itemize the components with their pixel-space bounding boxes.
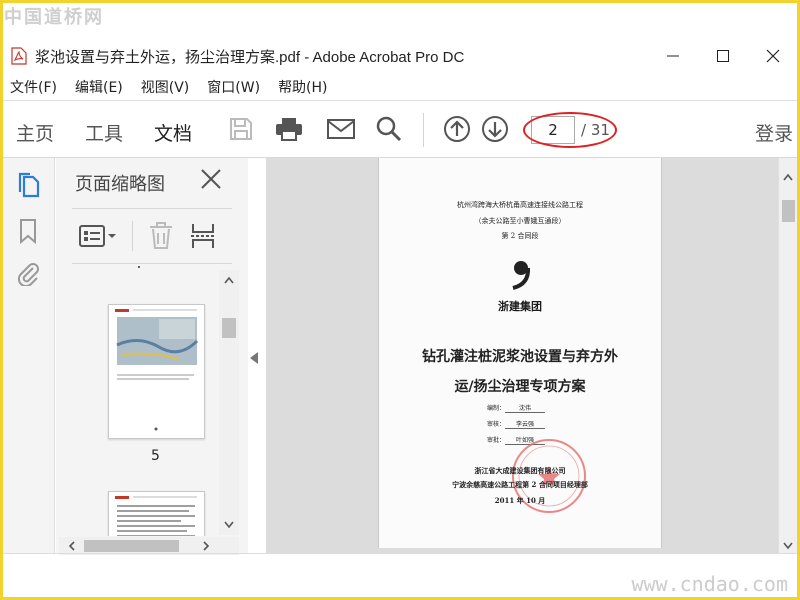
thumbnail-map-image	[115, 309, 199, 431]
menu-help[interactable]: 帮助(H)	[278, 77, 327, 97]
save-icon[interactable]	[225, 113, 257, 145]
title-bar: 浆池设置与弃土外运，扬尘治理方案.pdf - Adobe Acrobat Pro…	[3, 40, 797, 72]
previous-page-icon[interactable]	[441, 113, 473, 145]
login-link[interactable]: 登录	[755, 119, 793, 146]
thumbnail-page-5[interactable]	[108, 304, 205, 439]
print-icon[interactable]	[273, 113, 305, 145]
tab-tools[interactable]: 工具	[85, 119, 123, 146]
sig3-label: 审批：	[487, 437, 506, 444]
menu-view[interactable]: 视图(V)	[141, 77, 190, 97]
close-icon[interactable]	[200, 168, 224, 192]
maximize-button[interactable]	[698, 40, 748, 72]
toolbar: 主页 工具 文档 2 / 31 登录	[3, 100, 797, 161]
doc-title-line-2: 运/扬尘治理专项方案	[454, 379, 586, 395]
split-pages-icon[interactable]	[190, 222, 216, 250]
thumbnail-label-5: 5	[151, 448, 160, 464]
doc-header-3: 第 2 合同段	[501, 232, 539, 240]
thumbnail-page-6[interactable]	[108, 491, 205, 536]
highlight-ellipse	[523, 112, 617, 148]
search-icon[interactable]	[373, 113, 405, 145]
tab-home[interactable]: 主页	[16, 119, 54, 146]
sig1-label: 编制：	[487, 405, 506, 412]
doc-header-2: （余夫公路至小曹娥互通段）	[474, 217, 566, 225]
panel-title: 页面缩略图	[75, 174, 165, 195]
thumbnail-list: 4 5	[71, 266, 219, 536]
doc-org-2: 宁波余慈高速公路工程第 2 合同项目经理部	[452, 480, 588, 489]
watermark-bottom: www.cndao.com	[631, 572, 788, 596]
sig2-label: 审核：	[487, 421, 506, 428]
tab-document[interactable]: 文档	[154, 119, 193, 161]
email-icon[interactable]	[325, 113, 357, 145]
company-logo-icon	[512, 261, 531, 290]
status-divider	[3, 553, 797, 554]
next-page-icon[interactable]	[479, 113, 511, 145]
doc-header-1: 杭州湾跨海大桥杭甬高速连接线公路工程	[457, 201, 583, 209]
sig1-name: 沈伟	[505, 403, 546, 413]
attachment-icon[interactable]	[13, 258, 43, 288]
close-window-button[interactable]	[748, 40, 798, 72]
toolbar-separator	[423, 113, 424, 147]
pdf-file-icon	[11, 47, 27, 65]
thumbnail-vertical-scrollbar[interactable]	[219, 270, 239, 535]
menu-file[interactable]: 文件(F)	[10, 77, 57, 97]
panel-separator	[132, 221, 133, 251]
minimize-button[interactable]	[648, 40, 698, 72]
doc-date: 2011 年 10 月	[494, 496, 546, 505]
watermark-top: 中国道桥网	[4, 7, 104, 28]
bookmark-icon[interactable]	[13, 216, 43, 246]
page-thumbnails-icon[interactable]	[13, 170, 43, 200]
thumbnail-options-icon[interactable]	[78, 223, 118, 249]
panel-toolbar	[72, 208, 232, 264]
window-title: 浆池设置与弃土外运，扬尘治理方案.pdf - Adobe Acrobat Pro…	[35, 48, 465, 66]
thumbnail-label-4: 4	[133, 266, 142, 272]
left-rail	[3, 158, 55, 553]
sig2-name: 李云强	[505, 419, 546, 429]
doc-org-1: 浙江省大成建设集团有限公司	[474, 466, 566, 475]
delete-icon[interactable]	[148, 222, 174, 250]
menu-bar: 文件(F) 编辑(E) 视图(V) 窗口(W) 帮助(H)	[3, 75, 797, 99]
document-vertical-scrollbar[interactable]	[778, 158, 797, 553]
document-page: 杭州湾跨海大桥杭甬高速连接线公路工程 （余夫公路至小曹娥互通段） 第 2 合同段…	[378, 158, 662, 548]
doc-title-line-1: 钻孔灌注桩泥浆池设置与弃方外	[422, 349, 618, 365]
company-name: 浙建集团	[498, 300, 542, 313]
menu-window[interactable]: 窗口(W)	[207, 77, 260, 97]
collapse-panel-arrow-icon[interactable]	[250, 352, 258, 364]
menu-edit[interactable]: 编辑(E)	[75, 77, 123, 97]
document-area: 杭州湾跨海大桥杭甬高速连接线公路工程 （余夫公路至小曹娥互通段） 第 2 合同段…	[266, 158, 778, 553]
thumbnail-text-lines	[115, 496, 197, 536]
